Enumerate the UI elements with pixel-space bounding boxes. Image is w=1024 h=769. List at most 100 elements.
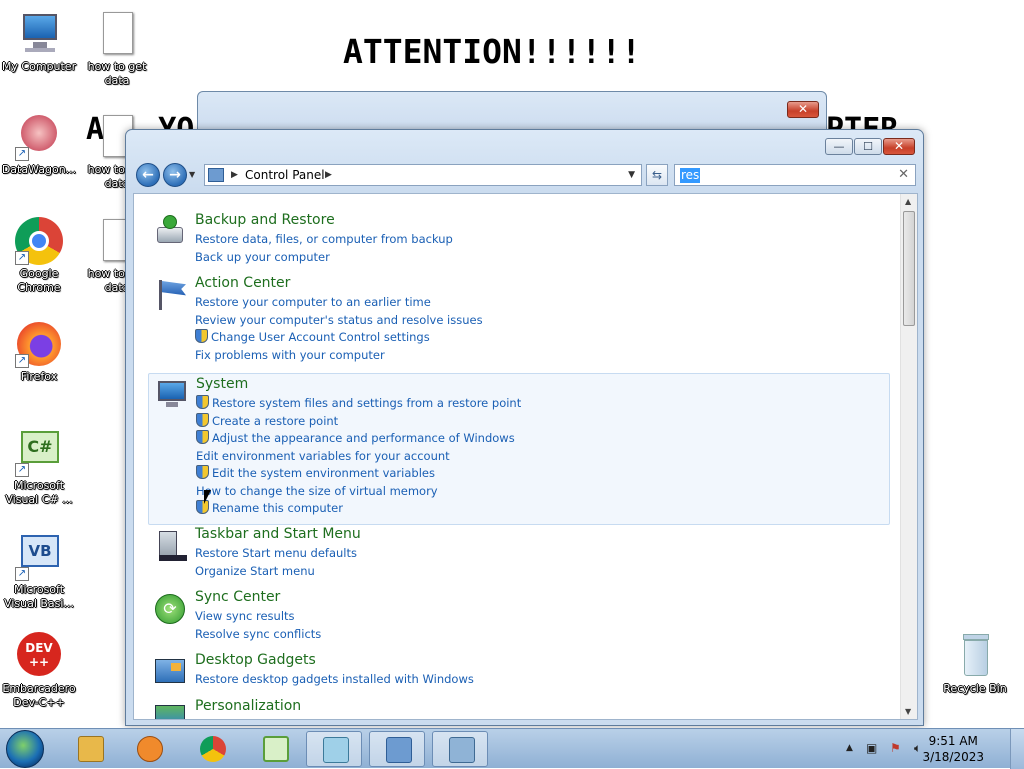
network-icon[interactable]: ▣ (866, 741, 877, 755)
desktop-icon-dev-cpp[interactable]: DEV ++ Embarcadero Dev-C++ (0, 632, 78, 710)
group-title[interactable]: Taskbar and Start Menu (195, 526, 361, 542)
task-link[interactable]: Organize Start menu (195, 563, 357, 581)
desktop-icon-my-computer[interactable]: My Computer (0, 10, 78, 74)
result-group-system: System Restore system files and settings… (148, 373, 890, 525)
taskbar-item-visual-csharp[interactable] (247, 731, 303, 767)
task-link-label: Adjust the appearance and performance of… (212, 431, 515, 445)
start-button[interactable] (6, 730, 44, 768)
windows-explorer-icon (78, 736, 104, 762)
task-link[interactable]: Restore your computer to an earlier time (195, 294, 483, 312)
volume-icon[interactable]: 🔈︎ (914, 741, 921, 756)
group-title[interactable]: Personalization (195, 698, 301, 714)
address-bar[interactable]: ▶ Control Panel ▶ ▼ (204, 164, 642, 186)
desktop-icon-label: how to get data (87, 60, 147, 87)
clock-time: 9:51 AM (928, 734, 978, 748)
uac-shield-icon (196, 395, 209, 409)
scroll-down-arrow-icon[interactable]: ▼ (905, 707, 911, 716)
desktop-icon-visual-basic[interactable]: VB ↗ Microsoft Visual Basi... (0, 533, 78, 611)
desktop-icon-visual-csharp[interactable]: C# ↗ Microsoft Visual C# ... (0, 429, 78, 507)
show-desktop-button[interactable] (1010, 729, 1024, 769)
task-link[interactable]: Restore Start menu defaults (195, 545, 357, 563)
desktop-icon-recycle-bin[interactable]: Recycle Bin (936, 632, 1014, 696)
close-button[interactable]: ✕ (883, 138, 915, 155)
task-link[interactable]: View sync results (195, 608, 321, 626)
group-title[interactable]: Desktop Gadgets (195, 652, 316, 668)
taskbar-item-media-player[interactable] (121, 731, 177, 767)
task-link[interactable]: Restore data, files, or computer from ba… (195, 231, 453, 249)
minimize-button[interactable]: — (825, 138, 853, 155)
show-hidden-icons-icon[interactable]: ▲ (846, 743, 853, 753)
taskbar-item-explorer[interactable] (62, 731, 118, 767)
group-title[interactable]: Backup and Restore (195, 212, 335, 228)
task-link[interactable]: Adjust the appearance and performance of… (196, 430, 521, 448)
result-group-sync-center: ⟳ Sync Center View sync results Resolve … (148, 589, 890, 645)
task-link[interactable]: Restore system files and settings from a… (196, 395, 521, 413)
control-panel-icon (208, 168, 224, 182)
task-link[interactable]: Create a restore point (196, 412, 521, 431)
clock-date: 3/18/2023 (922, 750, 984, 764)
desktop-icon-firefox[interactable]: ↗ Firefox (0, 320, 78, 384)
group-title[interactable]: Sync Center (195, 589, 280, 605)
taskbar-icon (153, 529, 187, 561)
taskbar-item-backup-restore[interactable] (432, 731, 488, 767)
task-link[interactable]: Edit the system environment variables (196, 465, 521, 483)
task-link[interactable]: Review your computer's status and resolv… (195, 312, 483, 330)
notepad-icon (323, 737, 349, 763)
dev-cpp-icon: DEV ++ (15, 632, 63, 680)
shortcut-arrow-icon: ↗ (15, 463, 29, 477)
result-group-backup-and-restore: Backup and Restore Restore data, files, … (148, 212, 890, 270)
uac-shield-icon (195, 329, 208, 343)
task-link[interactable]: Edit environment variables for your acco… (196, 448, 521, 466)
taskbar-item-chrome[interactable] (184, 731, 240, 767)
desktop-icon-google-chrome[interactable]: ↗ Google Chrome (0, 217, 78, 295)
task-link[interactable]: Change User Account Control settings (195, 329, 483, 347)
scroll-up-arrow-icon[interactable]: ▲ (905, 197, 911, 206)
task-link-label: Restore system files and settings from a… (212, 396, 522, 410)
breadcrumb-control-panel[interactable]: Control Panel (245, 168, 325, 182)
desktop-gadgets-icon (153, 655, 187, 687)
task-link-label: Rename this computer (212, 501, 343, 515)
recent-pages-dropdown[interactable]: ▼ (189, 170, 195, 179)
desktop-icon-label: Embarcadero Dev-C++ (2, 682, 76, 709)
group-title[interactable]: Action Center (195, 275, 290, 291)
visual-csharp-icon: C# ↗ (15, 429, 63, 477)
task-link[interactable]: Resolve sync conflicts (195, 626, 321, 644)
visual-basic-icon: VB ↗ (15, 533, 63, 581)
desktop-icon-label: Google Chrome (17, 267, 61, 294)
taskbar-item-control-panel[interactable] (369, 731, 425, 767)
background-window-close-button[interactable]: ✕ (787, 101, 819, 118)
task-link[interactable]: Fix problems with your computer (195, 347, 483, 365)
action-center-tray-icon[interactable]: ⚑ (890, 741, 901, 755)
search-input[interactable]: res ✕ (674, 164, 916, 186)
task-link[interactable]: Back up your computer (195, 249, 453, 267)
task-link[interactable]: Rename this computer (196, 500, 521, 518)
backup-restore-icon (153, 215, 187, 247)
computer-icon (15, 10, 63, 58)
chrome-icon (200, 736, 226, 762)
system-clock[interactable]: 9:51 AM 3/18/2023 (922, 733, 984, 765)
control-panel-window[interactable]: — ☐ ✕ ← → ▼ ▶ Control Panel ▶ ▼ ⇆ res ✕ … (125, 129, 924, 726)
task-link[interactable]: How to change the size of virtual memory (196, 483, 521, 501)
desktop-icon-datawagon[interactable]: ↗ DataWagon... (0, 113, 78, 177)
back-button[interactable]: ← (136, 163, 160, 187)
result-group-personalization: Personalization (148, 698, 890, 719)
breadcrumb-separator-icon[interactable]: ▶ (325, 170, 332, 180)
clear-search-icon[interactable]: ✕ (898, 167, 909, 182)
uac-shield-icon (196, 430, 209, 444)
task-link-label: Edit the system environment variables (212, 466, 435, 480)
task-link[interactable]: Restore desktop gadgets installed with W… (195, 671, 474, 689)
group-title[interactable]: System (196, 376, 248, 392)
vertical-scrollbar[interactable]: ▲ ▼ (900, 194, 917, 719)
shortcut-arrow-icon: ↗ (15, 567, 29, 581)
task-link-label: Create a restore point (212, 413, 339, 428)
taskbar-item-notepad[interactable] (306, 731, 362, 767)
system-computer-icon (154, 377, 188, 409)
address-dropdown-icon[interactable]: ▼ (628, 170, 635, 180)
refresh-button[interactable]: ⇆ (646, 164, 668, 186)
scrollbar-thumb[interactable] (903, 211, 915, 326)
maximize-button[interactable]: ☐ (854, 138, 882, 155)
breadcrumb-separator-icon[interactable]: ▶ (231, 170, 238, 180)
shortcut-arrow-icon: ↗ (15, 147, 29, 161)
forward-button[interactable]: → (163, 163, 187, 187)
desktop-icon-how-to-get-data[interactable]: how to get data (78, 10, 156, 88)
